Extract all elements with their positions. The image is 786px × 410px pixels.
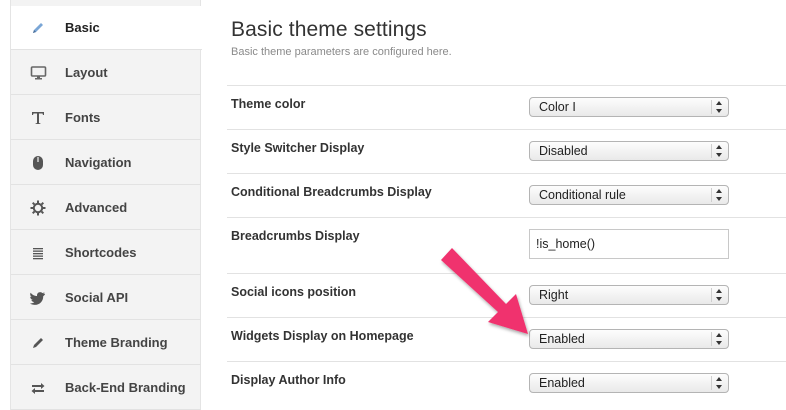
setting-row-theme-color: Theme color Color I xyxy=(227,85,786,129)
sidebar-item-back-end-branding[interactable]: Back-End Branding xyxy=(11,366,201,410)
setting-label: Widgets Display on Homepage xyxy=(231,329,414,343)
pencil-icon xyxy=(11,6,65,49)
sidebar-item-label: Shortcodes xyxy=(65,245,137,260)
setting-row-breadcrumbs-display: Breadcrumbs Display xyxy=(227,217,786,273)
gear-icon xyxy=(11,186,65,229)
sidebar-item-label: Back-End Branding xyxy=(65,380,186,395)
setting-label: Display Author Info xyxy=(231,373,346,387)
sidebar-item-basic[interactable]: Basic xyxy=(11,6,202,50)
chevron-updown-icon xyxy=(715,145,722,157)
select-value: Color I xyxy=(539,100,576,114)
sidebar-item-label: Basic xyxy=(65,20,100,35)
pencil-icon xyxy=(11,321,65,364)
setting-label: Conditional Breadcrumbs Display xyxy=(231,185,432,199)
sidebar-item-social-api[interactable]: Social API xyxy=(11,276,201,320)
setting-row-conditional-breadcrumbs: Conditional Breadcrumbs Display Conditio… xyxy=(227,173,786,217)
author-info-select[interactable]: Enabled xyxy=(529,373,729,393)
setting-label: Theme color xyxy=(231,97,306,111)
setting-label: Social icons position xyxy=(231,285,357,299)
chevron-updown-icon xyxy=(715,101,722,113)
page-title: Basic theme settings xyxy=(231,18,427,41)
setting-row-author-info: Display Author Info Enabled xyxy=(227,361,786,405)
text-t-icon xyxy=(11,96,65,139)
style-switcher-select[interactable]: Disabled xyxy=(529,141,729,161)
chevron-updown-icon xyxy=(715,189,722,201)
breadcrumbs-display-input[interactable] xyxy=(529,229,729,259)
settings-panel: Basic theme settings Basic theme paramet… xyxy=(227,0,786,410)
select-value: Conditional rule xyxy=(539,188,626,202)
mouse-icon xyxy=(11,141,65,184)
sidebar-item-layout[interactable]: Layout xyxy=(11,51,201,95)
chevron-updown-icon xyxy=(715,377,722,389)
select-value: Disabled xyxy=(539,144,588,158)
list-icon xyxy=(11,231,65,274)
conditional-breadcrumbs-select[interactable]: Conditional rule xyxy=(529,185,729,205)
widgets-homepage-select[interactable]: Enabled xyxy=(529,329,729,349)
page-subtitle: Basic theme parameters are configured he… xyxy=(231,46,452,58)
sidebar-item-label: Theme Branding xyxy=(65,335,168,350)
sidebar-item-label: Social API xyxy=(65,290,129,305)
setting-row-social-icons-position: Social icons position Right xyxy=(227,273,786,317)
sidebar-item-shortcodes[interactable]: Shortcodes xyxy=(11,231,201,275)
sidebar-item-theme-branding[interactable]: Theme Branding xyxy=(11,321,201,365)
theme-color-select[interactable]: Color I xyxy=(529,97,729,117)
sidebar-item-label: Advanced xyxy=(65,200,128,215)
sidebar-item-navigation[interactable]: Navigation xyxy=(11,141,201,185)
monitor-icon xyxy=(11,51,65,94)
bird-icon xyxy=(11,276,65,319)
sidebar-item-advanced[interactable]: Advanced xyxy=(11,186,201,230)
select-value: Enabled xyxy=(539,332,585,346)
setting-label: Style Switcher Display xyxy=(231,141,365,155)
chevron-updown-icon xyxy=(715,333,722,345)
sidebar-item-label: Navigation xyxy=(65,155,132,170)
settings-sidebar: Basic Layout Fonts Navigation Advanced S… xyxy=(10,0,202,410)
social-icons-position-select[interactable]: Right xyxy=(529,285,729,305)
setting-row-style-switcher: Style Switcher Display Disabled xyxy=(227,129,786,173)
select-value: Right xyxy=(539,288,569,302)
select-value: Enabled xyxy=(539,376,585,390)
sidebar-item-label: Layout xyxy=(65,65,108,80)
sidebar-item-label: Fonts xyxy=(65,110,101,125)
sidebar-item-fonts[interactable]: Fonts xyxy=(11,96,201,140)
setting-label: Breadcrumbs Display xyxy=(231,229,360,243)
swap-arrows-icon xyxy=(11,366,65,409)
chevron-updown-icon xyxy=(715,289,722,301)
setting-row-widgets-homepage: Widgets Display on Homepage Enabled xyxy=(227,317,786,361)
